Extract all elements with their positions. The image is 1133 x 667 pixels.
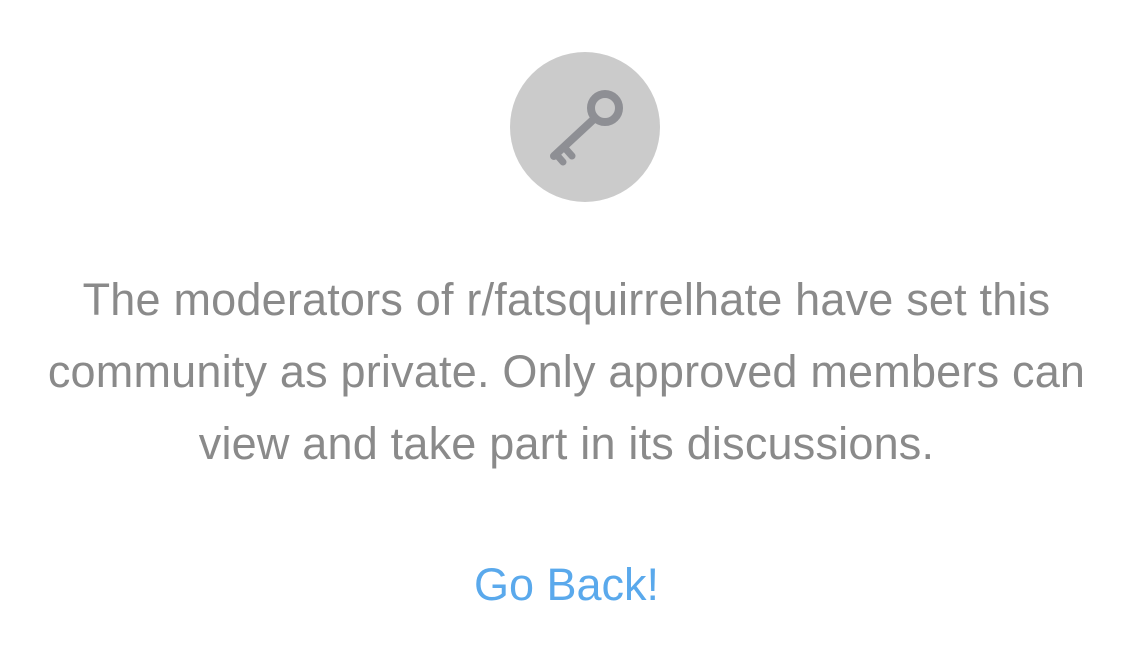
message-line: The moderators of r/fatsquirrelhate have… xyxy=(82,274,1051,325)
message-line: view and take part in its discussions. xyxy=(198,418,935,469)
go-back-button[interactable]: Go Back! xyxy=(0,555,1133,615)
private-community-page: The moderators of r/fatsquirrelhate have… xyxy=(0,0,1133,667)
message-line: community as private. Only approved memb… xyxy=(47,346,1086,397)
private-community-message: The moderators of r/fatsquirrelhate have… xyxy=(20,264,1113,480)
key-icon xyxy=(510,52,660,202)
